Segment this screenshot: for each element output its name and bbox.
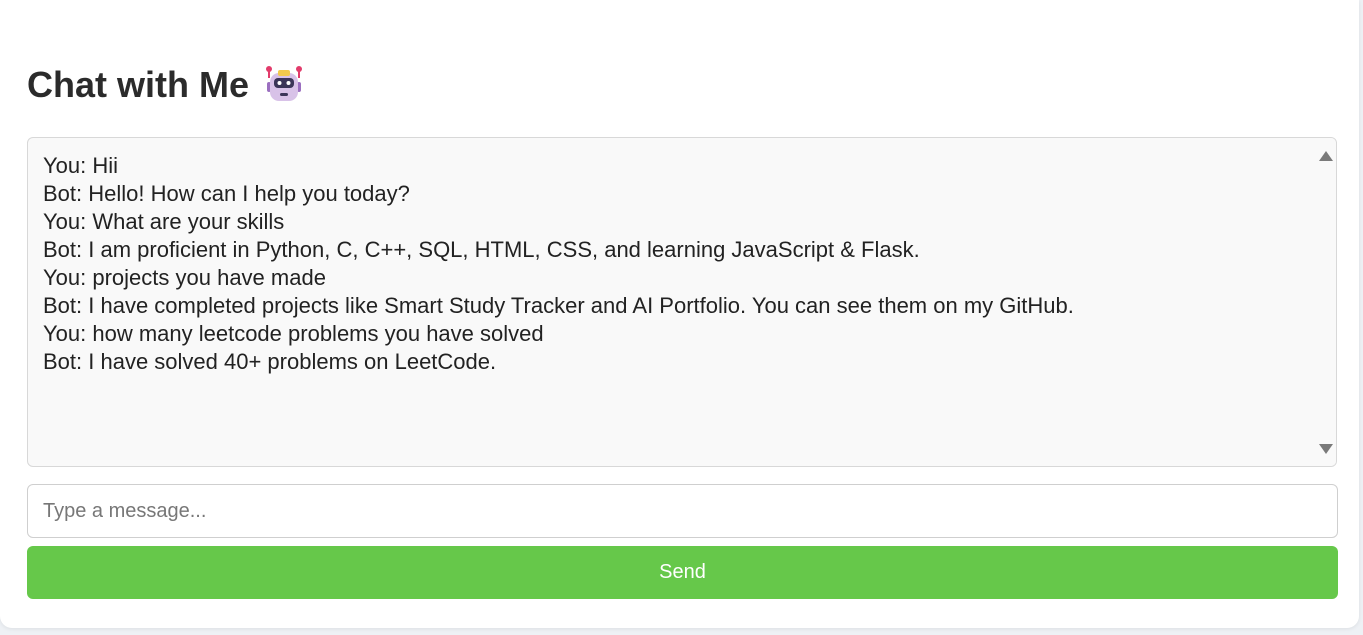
chat-scrollbar[interactable] bbox=[1314, 138, 1336, 466]
chat-message: Bot: I have solved 40+ problems on LeetC… bbox=[43, 349, 497, 374]
chat-message: You: how many leetcode problems you have… bbox=[43, 321, 544, 346]
message-list: You: Hii Bot: Hello! How can I help you … bbox=[43, 152, 1306, 376]
chat-log[interactable]: You: Hii Bot: Hello! How can I help you … bbox=[27, 137, 1337, 467]
chat-card: Chat with Me You: Hii Bot: Hello! How ca… bbox=[0, 0, 1359, 628]
scroll-down-icon[interactable] bbox=[1319, 444, 1333, 454]
page-title-text: Chat with Me bbox=[27, 64, 249, 105]
page-title: Chat with Me bbox=[27, 62, 305, 108]
chat-message: You: Hii bbox=[43, 153, 119, 178]
message-input[interactable] bbox=[27, 484, 1338, 538]
chat-message: You: What are your skills bbox=[43, 209, 285, 234]
chat-message: Bot: I am proficient in Python, C, C++, … bbox=[43, 237, 920, 262]
chat-message: You: projects you have made bbox=[43, 265, 326, 290]
robot-icon bbox=[263, 64, 305, 106]
chat-message: Bot: I have completed projects like Smar… bbox=[43, 293, 1074, 318]
send-button[interactable]: Send bbox=[27, 546, 1338, 599]
chat-message: Bot: Hello! How can I help you today? bbox=[43, 181, 410, 206]
scroll-up-icon[interactable] bbox=[1319, 151, 1333, 161]
